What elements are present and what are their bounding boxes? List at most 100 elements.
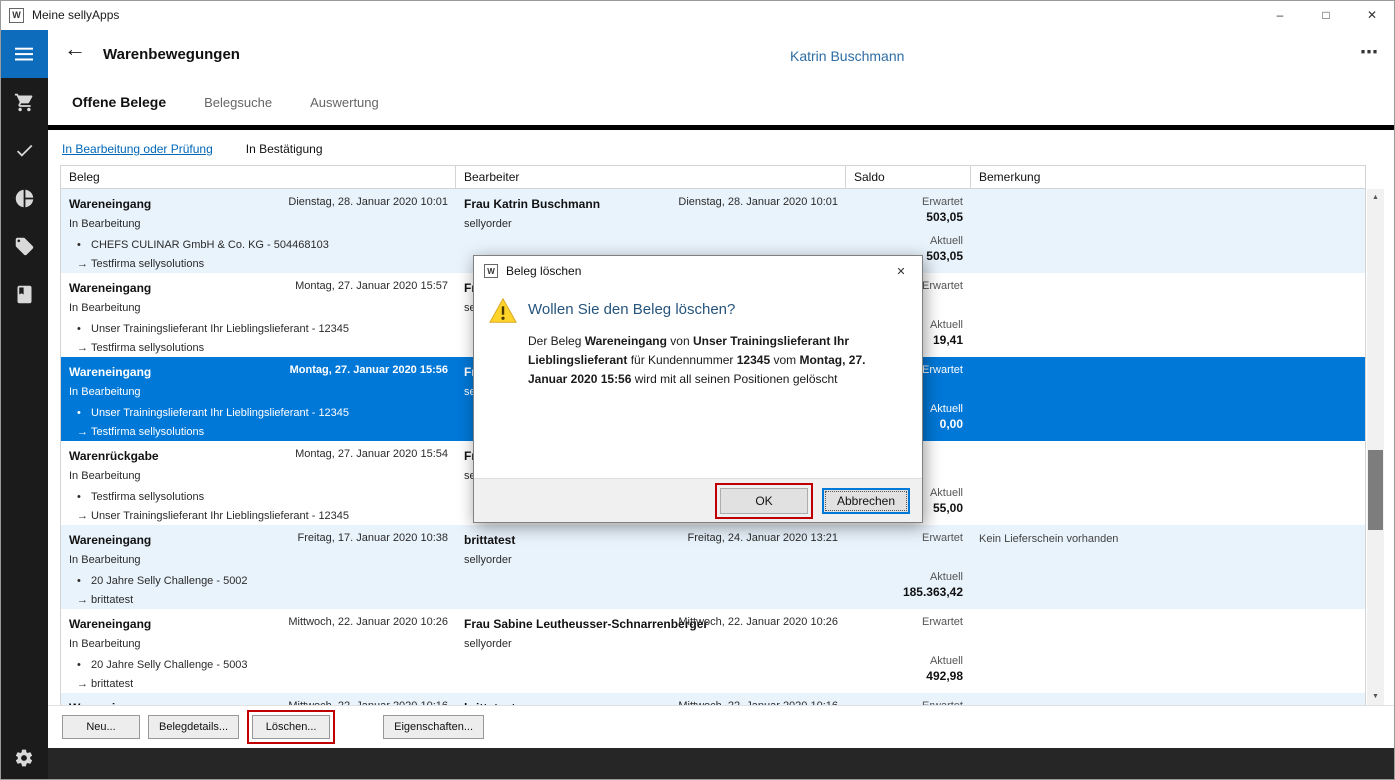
sidebar-item-journal[interactable] (0, 270, 48, 318)
minimize-button[interactable]: – (1257, 0, 1303, 30)
page-title: Warenbewegungen (103, 46, 240, 63)
line-text: 20 Jahre Selly Challenge - 5002 (91, 575, 248, 587)
subtab-in-bestaetigung[interactable]: In Bestätigung (246, 142, 323, 156)
editor-name: Frau Katrin Buschmann (464, 197, 600, 211)
doc-line: →brittatest (69, 678, 448, 690)
saldo-cell: Erwartet Aktuell 185.363,42 (846, 525, 971, 609)
belegdetails-button[interactable]: Belegdetails... (148, 715, 239, 739)
scrollbar-thumb[interactable] (1368, 450, 1383, 530)
column-header-beleg[interactable]: Beleg (61, 166, 456, 188)
window-controls: – □ ✕ (1257, 0, 1395, 30)
message-part: von (667, 334, 693, 348)
doc-line: →brittatest (69, 594, 448, 606)
tab-bar: Offene Belege Belegsuche Auswertung (72, 94, 379, 110)
line-marker-icon: → (77, 678, 91, 690)
table-row[interactable]: Wareneingang Mittwoch, 22. Januar 2020 1… (61, 609, 1365, 693)
footer-strip (48, 748, 1395, 780)
pie-chart-icon (14, 188, 35, 209)
doc-line: •20 Jahre Selly Challenge - 5003 (69, 659, 448, 671)
annotation-box-loeschen: Löschen... (247, 710, 335, 744)
divider-bar (48, 125, 1395, 130)
doc-line: →Testfirma sellysolutions (69, 258, 448, 270)
doc-line: →Testfirma sellysolutions (69, 426, 448, 438)
line-text: brittatest (91, 678, 133, 690)
sidebar-item-shop[interactable] (0, 78, 48, 126)
doc-line: →Testfirma sellysolutions (69, 342, 448, 354)
window-titlebar: W Meine sellyApps – □ ✕ (0, 0, 1395, 30)
line-marker-icon: • (77, 491, 91, 503)
beleg-cell: Wareneingang Freitag, 17. Januar 2020 10… (61, 525, 456, 609)
app-window: { "titlebar": { "logo": "W", "title": "M… (0, 0, 1395, 780)
settings-button[interactable] (0, 740, 48, 776)
doc-date: Dienstag, 28. Januar 2020 10:01 (288, 196, 448, 208)
bemerkung-cell (971, 693, 1365, 705)
abbrechen-button[interactable]: Abbrechen (822, 488, 910, 514)
editor-name: brittatest (464, 533, 515, 547)
doc-type: Warenrückgabe (69, 449, 159, 463)
tab-belegsuche[interactable]: Belegsuche (204, 95, 272, 110)
table-row[interactable]: Wareneingang Mittwoch, 22. Januar 2020 1… (61, 693, 1365, 705)
tab-auswertung[interactable]: Auswertung (310, 95, 379, 110)
hamburger-menu-button[interactable] (0, 30, 48, 78)
doc-type: Wareneingang (69, 197, 151, 211)
line-marker-icon: → (77, 594, 91, 606)
dialog-title: Beleg löschen (506, 264, 581, 278)
ok-button[interactable]: OK (720, 488, 808, 514)
saldo-expected-label: Erwartet (854, 531, 963, 545)
sidebar-item-statistics[interactable] (0, 174, 48, 222)
line-marker-icon: • (77, 323, 91, 335)
column-header-bemerkung[interactable]: Bemerkung (971, 166, 1365, 188)
subtab-in-bearbeitung-oder-pruefung[interactable]: In Bearbeitung oder Prüfung (62, 142, 213, 156)
dialog-close-button[interactable]: ✕ (880, 256, 922, 286)
doc-line: •20 Jahre Selly Challenge - 5002 (69, 575, 448, 587)
tab-offene-belege[interactable]: Offene Belege (72, 94, 166, 110)
eigenschaften-button[interactable]: Eigenschaften... (383, 715, 484, 739)
doc-date: Freitag, 17. Januar 2020 10:38 (298, 532, 448, 544)
scroll-up-button[interactable]: ▲ (1367, 189, 1384, 206)
line-text: Testfirma sellysolutions (91, 426, 204, 438)
sidebar-item-offers[interactable] (0, 222, 48, 270)
table-row[interactable]: Wareneingang Freitag, 17. Januar 2020 10… (61, 525, 1365, 609)
line-marker-icon: → (77, 342, 91, 354)
maximize-button[interactable]: □ (1303, 0, 1349, 30)
app-logo-icon: W (9, 8, 24, 23)
column-header-bearbeiter[interactable]: Bearbeiter (456, 166, 846, 188)
bearbeiter-cell: brittatest Mittwoch, 22. Januar 2020 10:… (456, 693, 846, 705)
user-name[interactable]: Katrin Buschmann (790, 48, 904, 64)
editor-date: Mittwoch, 22. Januar 2020 10:26 (678, 616, 838, 628)
message-part: Der Beleg (528, 334, 585, 348)
line-text: Unser Trainingslieferant Ihr Lieblingsli… (91, 323, 349, 335)
doc-line: →Unser Trainingslieferant Ihr Lieblingsl… (69, 510, 448, 522)
beleg-cell: Wareneingang Mittwoch, 22. Januar 2020 1… (61, 693, 456, 705)
back-button[interactable]: ← (64, 36, 86, 62)
sidebar-item-goods-movements[interactable] (0, 126, 48, 174)
hamburger-icon (15, 45, 33, 63)
loeschen-button[interactable]: Löschen... (252, 715, 330, 739)
line-text: Unser Trainingslieferant Ihr Lieblingsli… (91, 510, 349, 522)
vertical-scrollbar[interactable]: ▲ ▼ (1367, 189, 1384, 705)
overflow-menu-button[interactable]: ⋯ (1360, 42, 1379, 63)
doc-status: In Bearbeitung (69, 638, 448, 650)
doc-type: Wareneingang (69, 365, 151, 379)
bearbeiter-cell: Frau Sabine Leutheusser-Schnarrenberger … (456, 609, 846, 693)
warning-icon (488, 296, 518, 326)
close-button[interactable]: ✕ (1349, 0, 1395, 30)
dialog-content: Wollen Sie den Beleg löschen? Der Beleg … (528, 296, 904, 390)
saldo-expected-value (854, 629, 963, 645)
column-header-saldo[interactable]: Saldo (846, 166, 971, 188)
message-customer-number: 12345 (737, 353, 770, 367)
neu-button[interactable]: Neu... (62, 715, 140, 739)
beleg-cell: Wareneingang Montag, 27. Januar 2020 15:… (61, 273, 456, 357)
action-button-bar: Neu... Belegdetails... Löschen... Eigens… (48, 705, 1395, 748)
doc-type: Wareneingang (69, 281, 151, 295)
journal-icon (14, 284, 35, 305)
saldo-cell: Erwartet Aktuell 492,98 (846, 609, 971, 693)
doc-type: Wareneingang (69, 533, 151, 547)
saldo-expected-value: 503,05 (854, 209, 963, 225)
message-part: vom (770, 353, 799, 367)
price-tag-icon (14, 236, 35, 257)
doc-date: Montag, 27. Januar 2020 15:56 (290, 364, 448, 376)
scroll-down-button[interactable]: ▼ (1367, 688, 1384, 705)
line-marker-icon: • (77, 575, 91, 587)
doc-type: Wareneingang (69, 617, 151, 631)
